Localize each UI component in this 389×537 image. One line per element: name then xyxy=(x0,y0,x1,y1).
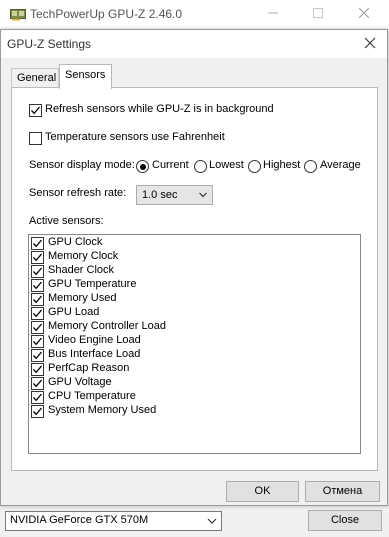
fahrenheit-label: Temperature sensors use Fahrenheit xyxy=(45,131,225,143)
main-titlebar: TechPowerUp GPU-Z 2.46.0 xyxy=(0,0,389,29)
display-mode-highest-label: Highest xyxy=(263,159,301,171)
sensor-item[interactable]: Memory Controller Load xyxy=(29,320,359,334)
sensor-checkbox[interactable] xyxy=(31,265,44,278)
sensor-label: Memory Clock xyxy=(48,250,119,262)
tab-general[interactable]: General xyxy=(11,68,59,88)
sensor-label: Video Engine Load xyxy=(48,334,141,346)
sensor-item[interactable]: CPU Temperature xyxy=(29,390,359,404)
refresh-rate-label: Sensor refresh rate: xyxy=(29,187,127,199)
sensor-checkbox[interactable] xyxy=(31,335,44,348)
sensor-label: GPU Temperature xyxy=(48,278,137,290)
sensor-checkbox[interactable] xyxy=(31,321,44,334)
sensor-item[interactable]: Memory Used xyxy=(29,292,359,306)
close-icon[interactable] xyxy=(361,34,379,52)
sensor-label: GPU Voltage xyxy=(48,376,112,388)
cancel-button[interactable]: Отмена xyxy=(305,481,380,502)
checkmark-icon xyxy=(33,281,42,290)
close-button[interactable]: Close xyxy=(308,510,382,531)
sensor-label: CPU Temperature xyxy=(48,390,136,402)
close-icon[interactable] xyxy=(354,4,374,24)
sensor-label: System Memory Used xyxy=(48,404,157,416)
sensor-label: PerfCap Reason xyxy=(48,362,130,374)
sensor-label: GPU Clock xyxy=(48,236,103,248)
sensor-checkbox[interactable] xyxy=(31,405,44,418)
refresh-rate-select[interactable]: 1.0 sec xyxy=(136,185,213,205)
checkmark-icon xyxy=(31,106,40,115)
sensor-checkbox[interactable] xyxy=(31,293,44,306)
gpu-select[interactable]: NVIDIA GeForce GTX 570M xyxy=(5,511,222,531)
sensor-item[interactable]: Video Engine Load xyxy=(29,334,359,348)
sensor-item[interactable]: Shader Clock xyxy=(29,264,359,278)
sensor-checkbox[interactable] xyxy=(31,377,44,390)
active-sensors-list[interactable]: GPU Clock Memory Clock Shader Clock GPU Tem… xyxy=(28,234,361,454)
sensors-panel: Refresh sensors while GPU-Z is in backgr… xyxy=(11,87,378,471)
refresh-background-checkbox[interactable] xyxy=(29,104,42,117)
dialog-title: GPU-Z Settings xyxy=(7,37,92,51)
display-mode-current-radio[interactable] xyxy=(136,160,149,173)
settings-dialog: GPU-Z Settings General Sensors Refresh s… xyxy=(0,29,388,506)
checkmark-icon xyxy=(33,351,42,360)
gpu-select-value: NVIDIA GeForce GTX 570M xyxy=(10,514,149,526)
checkmark-icon xyxy=(33,337,42,346)
display-mode-average-label: Average xyxy=(320,159,361,171)
refresh-background-label: Refresh sensors while GPU-Z is in backgr… xyxy=(45,103,274,115)
sensor-label: Memory Controller Load xyxy=(48,320,166,332)
sensor-checkbox[interactable] xyxy=(31,363,44,376)
sensor-item[interactable]: Bus Interface Load xyxy=(29,348,359,362)
sensor-checkbox[interactable] xyxy=(31,279,44,292)
checkmark-icon xyxy=(33,253,42,262)
checkmark-icon xyxy=(33,365,42,374)
sensor-item[interactable]: System Memory Used xyxy=(29,404,359,418)
display-mode-label: Sensor display mode: xyxy=(29,159,135,171)
chevron-down-icon xyxy=(199,192,207,198)
checkmark-icon xyxy=(33,309,42,318)
sensor-item[interactable]: Memory Clock xyxy=(29,250,359,264)
active-sensors-label: Active sensors: xyxy=(29,215,104,227)
minimize-icon[interactable] xyxy=(263,4,283,24)
display-mode-lowest-label: Lowest xyxy=(209,159,244,171)
sensor-checkbox[interactable] xyxy=(31,349,44,362)
checkmark-icon xyxy=(33,379,42,388)
sensor-checkbox[interactable] xyxy=(31,251,44,264)
display-mode-lowest-radio[interactable] xyxy=(194,160,207,173)
sensor-item[interactable]: GPU Temperature xyxy=(29,278,359,292)
fahrenheit-checkbox[interactable] xyxy=(29,132,42,145)
display-mode-average-radio[interactable] xyxy=(304,160,317,173)
sensor-label: Bus Interface Load xyxy=(48,348,141,360)
sensor-item[interactable]: PerfCap Reason xyxy=(29,362,359,376)
sensor-checkbox[interactable] xyxy=(31,237,44,250)
chevron-down-icon xyxy=(207,518,217,524)
display-mode-highest-radio[interactable] xyxy=(248,160,261,173)
sensor-item[interactable]: GPU Voltage xyxy=(29,376,359,390)
checkmark-icon xyxy=(33,295,42,304)
sensor-item[interactable]: GPU Load xyxy=(29,306,359,320)
sensor-checkbox[interactable] xyxy=(31,307,44,320)
refresh-rate-value: 1.0 sec xyxy=(142,189,178,201)
sensor-label: GPU Load xyxy=(48,306,100,318)
maximize-icon[interactable] xyxy=(308,4,328,24)
checkmark-icon xyxy=(33,407,42,416)
checkmark-icon xyxy=(33,393,42,402)
sensor-item[interactable]: GPU Clock xyxy=(29,236,359,250)
main-window-title: TechPowerUp GPU-Z 2.46.0 xyxy=(30,7,183,21)
tab-sensors[interactable]: Sensors xyxy=(59,64,112,89)
checkmark-icon xyxy=(33,267,42,276)
checkmark-icon xyxy=(33,239,42,248)
sensor-label: Shader Clock xyxy=(48,264,115,276)
checkmark-icon xyxy=(33,323,42,332)
gpu-card-icon xyxy=(10,9,26,21)
ok-button[interactable]: OK xyxy=(226,481,299,502)
display-mode-current-label: Current xyxy=(152,159,189,171)
sensor-checkbox[interactable] xyxy=(31,391,44,404)
sensor-label: Memory Used xyxy=(48,292,117,304)
dialog-titlebar: GPU-Z Settings xyxy=(1,30,387,58)
